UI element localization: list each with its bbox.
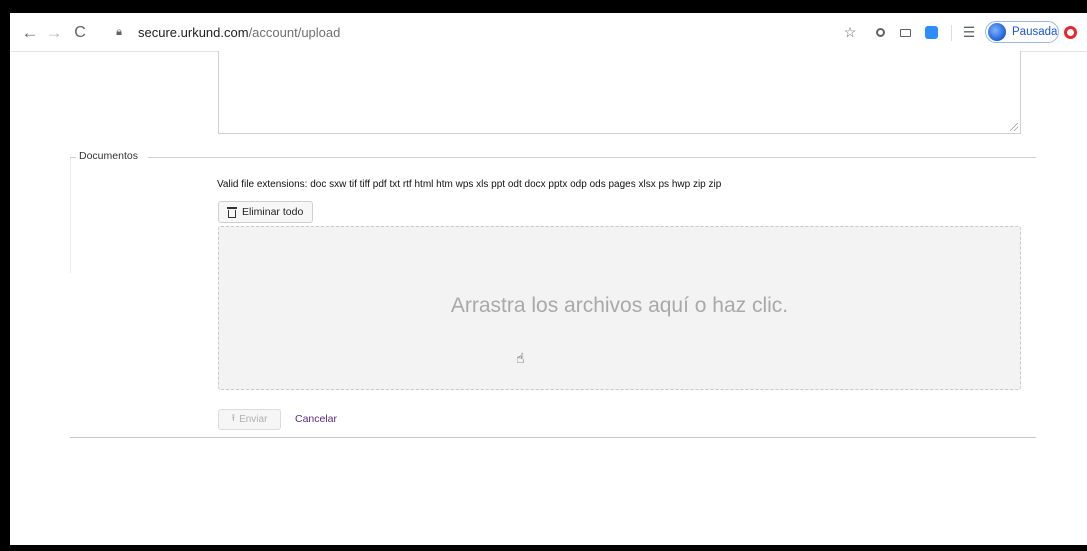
- extension-circle-icon[interactable]: [869, 13, 891, 52]
- comment-textarea[interactable]: [218, 51, 1021, 134]
- fieldset-border-side: [70, 158, 71, 273]
- send-label: Enviar: [239, 414, 268, 425]
- url-path: /account/upload: [248, 25, 341, 40]
- valid-extensions-text: Valid file extensions: doc sxw tif tiff …: [217, 179, 722, 190]
- fieldset-border-right: [148, 157, 1036, 158]
- browser-toolbar: ← → C 🔒︎ secure.urkund.com/account/uploa…: [10, 13, 1087, 52]
- profile-label: Pausada: [1012, 26, 1058, 38]
- zoom-extension-icon[interactable]: [920, 13, 942, 52]
- opera-icon[interactable]: [1064, 26, 1077, 39]
- reading-list-icon[interactable]: ☰: [958, 13, 980, 52]
- upload-icon: ⭱: [231, 413, 236, 424]
- upload-page: Documentos Valid file extensions: doc sx…: [10, 51, 1087, 545]
- dropzone-message: Arrastra los archivos aquí o haz clic.: [450, 294, 789, 317]
- reload-icon: C: [74, 23, 86, 41]
- hand-cursor-icon: ☝︎: [516, 350, 525, 366]
- forward-button[interactable]: →: [42, 13, 66, 52]
- avatar: [988, 23, 1006, 41]
- resize-handle-icon[interactable]: [1010, 123, 1018, 131]
- back-arrow-icon: ←: [21, 22, 39, 42]
- forward-arrow-icon: →: [45, 22, 63, 42]
- file-dropzone[interactable]: Arrastra los archivos aquí o haz clic. ☝…: [218, 226, 1021, 390]
- bookmark-star-icon[interactable]: ☆: [839, 13, 861, 52]
- address-bar[interactable]: 🔒︎ secure.urkund.com/account/upload: [100, 19, 870, 46]
- cast-icon[interactable]: [894, 13, 916, 52]
- form-bottom-divider: [70, 437, 1036, 438]
- send-button[interactable]: ⭱ Enviar: [218, 409, 281, 430]
- lock-icon: 🔒︎: [116, 26, 122, 38]
- delete-all-button[interactable]: Eliminar todo: [218, 201, 313, 223]
- section-legend: Documentos: [79, 150, 138, 162]
- reload-button[interactable]: C: [68, 13, 92, 52]
- trash-icon: [227, 206, 237, 218]
- cancel-link[interactable]: Cancelar: [295, 413, 337, 425]
- url-host: secure.urkund.com: [138, 25, 249, 40]
- profile-button[interactable]: Pausada: [985, 21, 1059, 43]
- back-button[interactable]: ←: [18, 13, 42, 52]
- delete-all-label: Eliminar todo: [242, 206, 304, 218]
- browser-window: ← → C 🔒︎ secure.urkund.com/account/uploa…: [10, 13, 1087, 545]
